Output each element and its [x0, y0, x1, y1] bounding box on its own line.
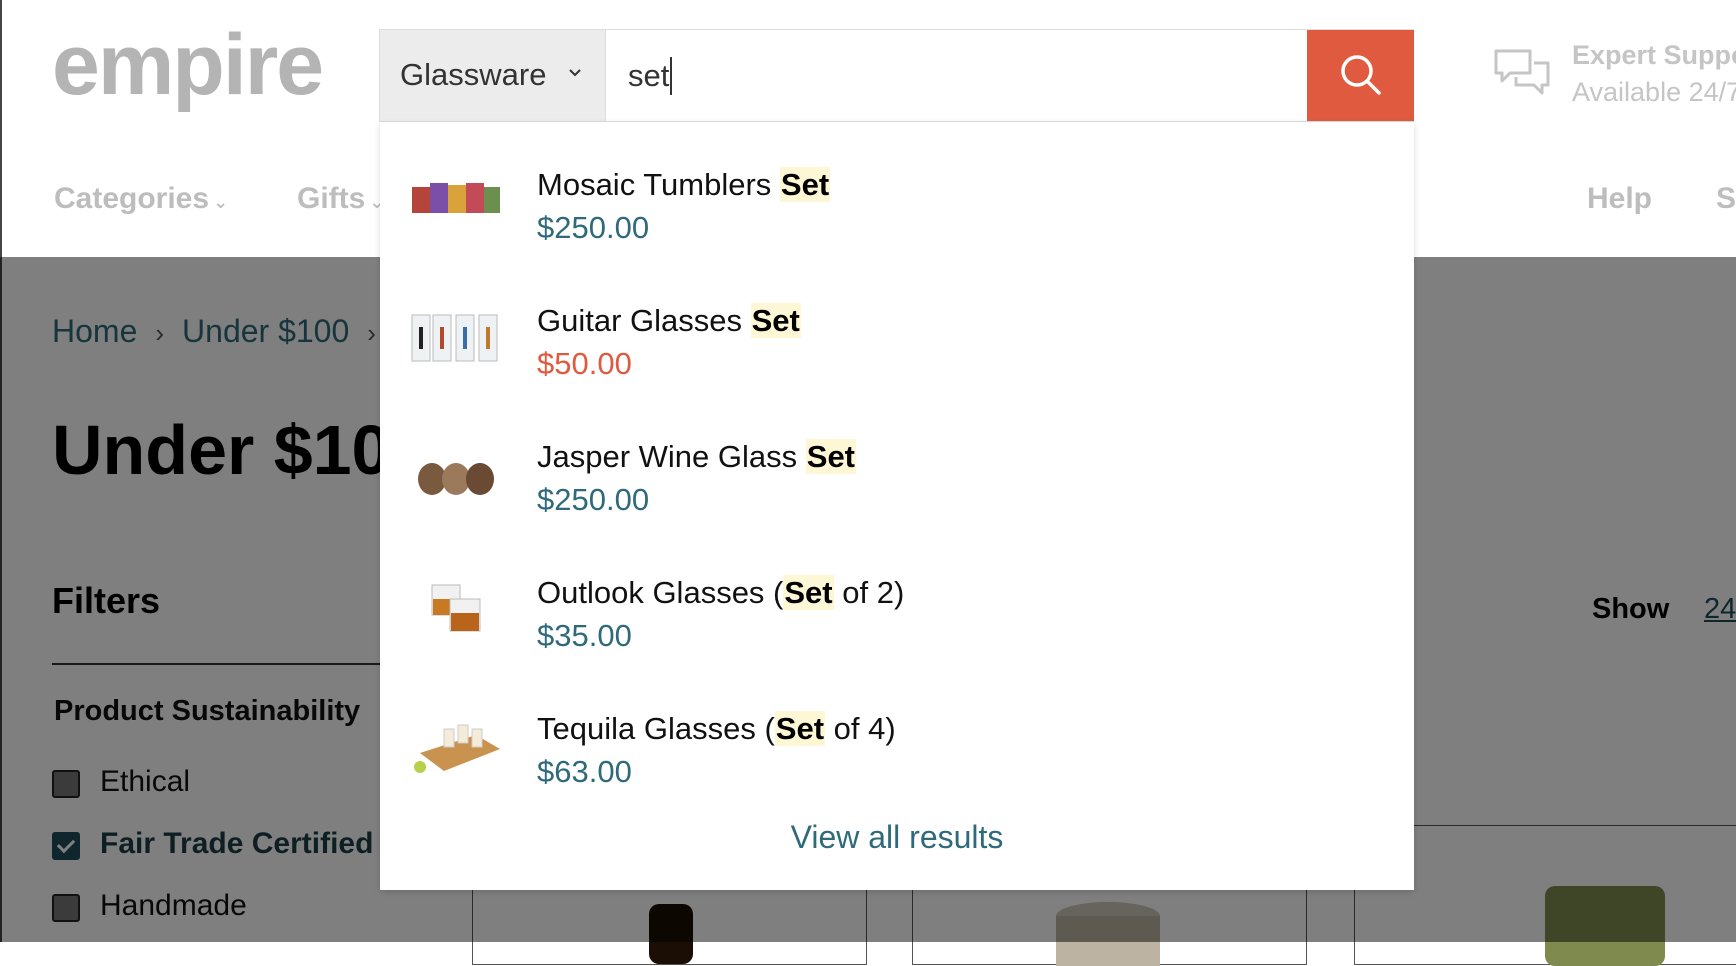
product-thumbnail [411, 314, 498, 362]
result-title-prefix: Guitar Glasses [537, 303, 751, 338]
product-thumbnail [431, 584, 481, 632]
result-title: Mosaic Tumblers Set [537, 167, 831, 203]
product-thumbnail [418, 463, 494, 495]
search-icon [1341, 55, 1381, 95]
chevron-down-icon: ⌄ [213, 192, 229, 212]
result-price: $250.00 [537, 482, 650, 517]
search-result-item[interactable]: Tequila Glasses (Set of 4) $63.00 [380, 684, 1414, 804]
search-result-item[interactable]: Mosaic Tumblers Set $250.00 [380, 140, 1414, 260]
result-title-prefix: Tequila Glasses ( [537, 711, 775, 746]
chat-bubbles-icon [1494, 49, 1550, 95]
result-title-suffix: of 4) [825, 711, 896, 746]
nav-label: S [1716, 182, 1736, 215]
result-price: $50.00 [537, 346, 632, 381]
support-subtitle: Available 24/7 [1572, 77, 1736, 107]
match-highlight: Set [779, 167, 831, 202]
nav-label: Help [1587, 182, 1653, 215]
chevron-down-icon [569, 69, 581, 77]
result-title-prefix: Mosaic Tumblers [537, 167, 780, 202]
product-thumbnail [412, 183, 500, 213]
site-logo[interactable]: empire [52, 22, 324, 108]
result-title-prefix: Outlook Glasses ( [537, 575, 784, 610]
search-input[interactable] [606, 30, 1306, 121]
nav-gifts[interactable]: Gifts ⌄ [297, 182, 384, 216]
nav-label: Categories [54, 182, 210, 215]
nav-categories[interactable]: Categories ⌄ [54, 182, 228, 216]
category-select[interactable]: Glassware [380, 30, 606, 121]
search-button[interactable] [1307, 30, 1414, 121]
nav-label: Gifts [297, 182, 366, 215]
result-title: Tequila Glasses (Set of 4) [537, 711, 896, 747]
result-title: Outlook Glasses (Set of 2) [537, 575, 904, 611]
search-result-item[interactable]: Guitar Glasses Set $50.00 [380, 276, 1414, 396]
view-all-results-link[interactable]: View all results [380, 819, 1414, 856]
result-price: $35.00 [537, 618, 632, 653]
match-highlight: Set [783, 575, 834, 610]
match-highlight: Set [805, 439, 857, 474]
product-thumbnail [414, 724, 500, 773]
result-title: Guitar Glasses Set [537, 303, 801, 339]
match-highlight: Set [774, 711, 826, 746]
result-title-suffix: of 2) [833, 575, 905, 610]
search-result-item[interactable]: Jasper Wine Glass Set $250.00 [380, 412, 1414, 532]
nav-help[interactable]: Help [1587, 182, 1652, 216]
text-caret [670, 57, 672, 95]
search-results-dropdown: Mosaic Tumblers Set $250.00 Guitar Glass… [380, 122, 1414, 890]
match-highlight: Set [750, 303, 801, 338]
nav-more[interactable]: S [1716, 182, 1736, 216]
search-result-item[interactable]: Outlook Glasses (Set of 2) $35.00 [380, 548, 1414, 668]
result-price: $250.00 [537, 210, 650, 245]
result-price: $63.00 [537, 754, 632, 789]
category-select-value: Glassware [400, 57, 547, 92]
support-title: Expert Support [1572, 40, 1736, 70]
result-title: Jasper Wine Glass Set [537, 439, 857, 475]
search-bar: Glassware [379, 29, 1414, 122]
result-title-prefix: Jasper Wine Glass [537, 439, 806, 474]
